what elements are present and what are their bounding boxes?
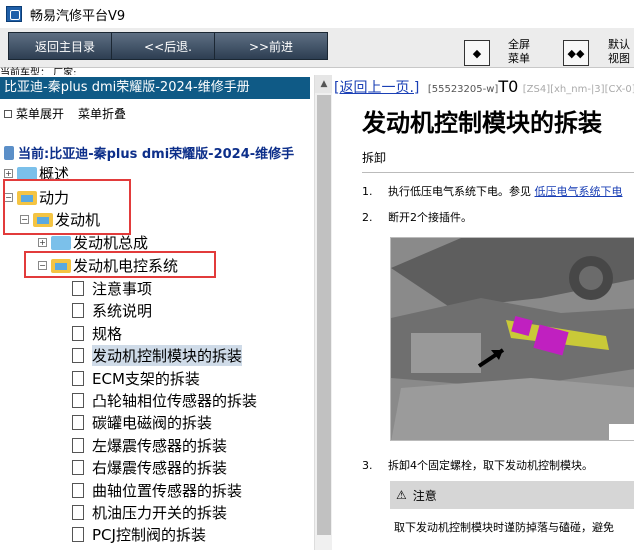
tree-node-engine-assembly[interactable]: + 发动机总成 <box>38 232 148 253</box>
section-heading: 拆卸 <box>362 149 634 173</box>
document-icon <box>72 393 84 408</box>
fullscreen-label-1: 全屏 <box>508 38 530 51</box>
tree-leaf-label: ECM支架的拆装 <box>92 369 200 388</box>
engine-bay-photo <box>390 237 634 441</box>
document-icon <box>72 415 84 431</box>
tree-leaf-label: 机油压力开关的拆装 <box>92 504 228 522</box>
fullscreen-label-2: 菜单 <box>508 52 530 65</box>
default-view-button[interactable]: 默认 视图 <box>608 38 630 66</box>
document-icon <box>72 482 84 498</box>
tree-leaf-item[interactable]: 机油压力开关的拆装 <box>72 502 227 523</box>
tree-leaf-label: 发动机控制模块的拆装 <box>92 345 243 367</box>
low-voltage-off-link[interactable]: 低压电气系统下电 <box>535 185 623 198</box>
title-bar: 畅易汽修平台V9 <box>0 0 634 28</box>
step-number: 3. <box>362 459 373 472</box>
tree-leaf-item[interactable]: 规格 <box>72 323 122 344</box>
menu-collapse-label: 菜单折叠 <box>78 107 127 121</box>
doc-code: [55523205-w] <box>427 84 499 95</box>
tree-leaf-label: 左爆震传感器的拆装 <box>92 436 228 455</box>
default-view-icon[interactable]: ◆◆ <box>563 40 589 66</box>
tree-leaf-item[interactable]: ECM支架的拆装 <box>72 368 200 389</box>
fullscreen-menu-button[interactable]: 全屏 菜单 <box>508 38 530 66</box>
step-number: 2. <box>362 211 373 224</box>
note-text: 取下发动机控制模块时谨防掉落与磕碰，避免 <box>394 521 614 534</box>
step-number: 1. <box>362 185 373 198</box>
current-location: 当前:比亚迪-秦plus dmi荣耀版-2024-维修手 <box>4 143 314 162</box>
tree-leaf-label: 规格 <box>92 324 123 343</box>
annotation-box-ecs <box>24 251 216 278</box>
left-pane-scrollbar[interactable]: ▲ <box>314 75 333 550</box>
note-title: 注意 <box>412 488 437 503</box>
scroll-thumb[interactable] <box>317 95 331 535</box>
document-icon <box>72 370 84 386</box>
tree-leaf-item[interactable]: PCJ控制阀的拆装 <box>72 524 206 545</box>
step-2: 2. 断开2个接插件。 <box>362 209 472 225</box>
tree-leaf-label: 注意事项 <box>92 280 153 298</box>
document-icon <box>72 437 84 453</box>
step-text: 执行低压电气系统下电。参见 <box>388 185 531 198</box>
document-icon <box>72 348 84 364</box>
step-text: 拆卸4个固定螺栓，取下发动机控制模块。 <box>388 459 593 472</box>
back-button[interactable]: <<后退. <box>111 32 225 60</box>
document-icon <box>72 505 84 520</box>
tree-leaf-item[interactable]: 系统说明 <box>72 300 152 321</box>
default-label-1: 默认 <box>608 38 630 51</box>
tree-leaf-label: 右爆震传感器的拆装 <box>92 459 228 478</box>
tree-menu-controls: 菜单展开 菜单折叠 <box>4 105 126 122</box>
tree-leaf-item[interactable]: 碳罐电磁阀的拆装 <box>72 412 212 433</box>
doc-code-2: [ZS4][xh_nm-|3][CX-0] <box>522 84 634 95</box>
tree-leaf-label: 碳罐电磁阀的拆装 <box>92 414 213 433</box>
tree-leaf-label: 曲轴位置传感器的拆装 <box>92 481 243 500</box>
fullscreen-icon[interactable]: ◆ <box>464 40 490 66</box>
note-box: ⚠ 注意 <box>390 481 634 509</box>
manual-header: 比亚迪-秦plus dmi荣耀版-2024-维修手册 <box>0 77 310 99</box>
step-1: 1. 执行低压电气系统下电。参见 低压电气系统下电 <box>362 183 623 199</box>
tree-leaf-item[interactable]: 曲轴位置传感器的拆装 <box>72 480 242 501</box>
tree-leaf-label: 系统说明 <box>92 302 153 321</box>
step-3: 3. 拆卸4个固定螺栓，取下发动机控制模块。 <box>362 457 593 473</box>
scroll-up-icon[interactable]: ▲ <box>315 75 333 93</box>
tree-leaf-item[interactable]: 凸轮轴相位传感器的拆装 <box>72 390 257 411</box>
toolbar: 返回主目录 <<后退. >>前进 ◆ 全屏 菜单 ◆◆ 默认 视图 <box>0 28 634 68</box>
document-icon <box>72 303 84 319</box>
doc-nav-bar: [返回上一页.] [55523205-w]T0 [ZS4][xh_nm-|3][… <box>334 77 634 97</box>
document-icon <box>72 527 84 543</box>
document-icon <box>72 281 84 296</box>
car-icon <box>4 145 14 160</box>
forward-button[interactable]: >>前进 <box>214 32 328 60</box>
doc-title: 发动机控制模块的拆装 <box>362 109 602 137</box>
tree-leaf-item[interactable]: 注意事项 <box>72 278 152 299</box>
folder-icon <box>51 235 71 250</box>
tree-leaf-item[interactable]: 发动机控制模块的拆装 <box>72 345 243 367</box>
doc-t0: T0 <box>498 77 519 96</box>
document-icon <box>72 460 84 476</box>
expand-icon <box>4 109 12 118</box>
annotation-box-power <box>3 179 131 235</box>
window-title: 畅易汽修平台V9 <box>30 8 126 24</box>
default-label-2: 视图 <box>608 52 630 65</box>
document-pane: [返回上一页.] [55523205-w]T0 [ZS4][xh_nm-|3][… <box>332 75 634 550</box>
tree-leaf-label: 凸轮轴相位传感器的拆装 <box>92 392 258 410</box>
menu-collapse-button[interactable]: 菜单折叠 <box>78 105 126 122</box>
back-to-main-button[interactable]: 返回主目录 <box>8 32 122 60</box>
back-previous-page-link[interactable]: [返回上一页.] <box>334 80 419 96</box>
step-text: 断开2个接插件。 <box>388 211 472 224</box>
left-pane: 比亚迪-秦plus dmi荣耀版-2024-维修手册 菜单展开 菜单折叠 当前:… <box>0 75 332 550</box>
app-logo-icon <box>6 6 22 22</box>
expand-toggle-icon[interactable]: + <box>4 169 13 178</box>
menu-expand-button[interactable]: 菜单展开 <box>4 105 64 122</box>
tree-leaf-item[interactable]: 右爆震传感器的拆装 <box>72 457 227 478</box>
document-icon <box>72 325 84 341</box>
tree-node-label: 发动机总成 <box>73 234 149 252</box>
warning-icon: ⚠ <box>396 488 407 502</box>
tree-leaf-item[interactable]: 左爆震传感器的拆装 <box>72 435 227 456</box>
tree-leaf-label: PCJ控制阀的拆装 <box>92 526 206 545</box>
menu-expand-label: 菜单展开 <box>16 107 65 121</box>
expand-toggle-icon[interactable]: + <box>38 238 47 247</box>
current-location-text: 当前:比亚迪-秦plus dmi荣耀版-2024-维修手 <box>18 147 295 162</box>
